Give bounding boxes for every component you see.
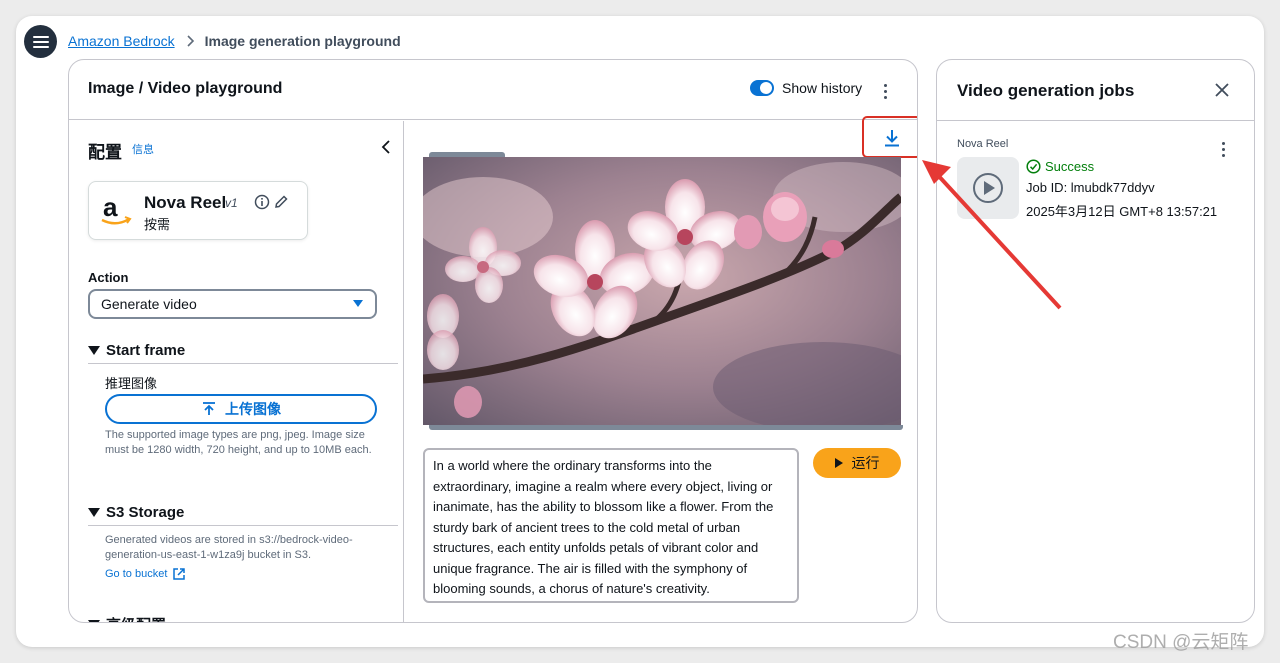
config-panel: 配置 信息 a Nova Reel v1 按需 Action Generate … — [69, 121, 404, 622]
svg-text:a: a — [103, 194, 118, 222]
job-model-name: Nova Reel — [957, 138, 1009, 150]
s3-storage-section-toggle[interactable]: S3 Storage — [88, 504, 184, 521]
close-icon[interactable] — [1214, 82, 1230, 98]
s3-storage-heading: S3 Storage — [106, 504, 185, 521]
info-link[interactable]: 信息 — [132, 141, 154, 157]
caret-down-icon — [88, 508, 100, 517]
video-jobs-panel: Video generation jobs Nova Reel Success … — [936, 59, 1255, 623]
blossom-image — [423, 157, 901, 425]
section-divider — [88, 525, 398, 526]
generated-video[interactable] — [423, 157, 901, 425]
prompt-textarea[interactable]: In a world where the ordinary transforms… — [423, 448, 799, 603]
config-title: 配置 — [88, 143, 122, 162]
playground-header: Image / Video playground Show history — [69, 60, 917, 120]
jobs-divider — [937, 120, 1254, 121]
upload-image-label: 上传图像 — [225, 401, 281, 417]
output-panel: In a world where the ordinary transforms… — [405, 116, 917, 622]
collapse-chevron-left-icon[interactable] — [378, 139, 394, 155]
hamburger-menu-icon[interactable] — [24, 25, 57, 58]
model-card[interactable]: a Nova Reel v1 按需 — [88, 181, 308, 240]
model-name: Nova Reel — [144, 193, 227, 212]
go-to-bucket-label: Go to bucket — [105, 568, 168, 580]
breadcrumb-current: Image generation playground — [204, 33, 401, 49]
advanced-config-section-toggle[interactable]: 高级配置 — [88, 614, 166, 622]
upload-image-button[interactable]: 上传图像 — [105, 394, 377, 424]
download-icon[interactable] — [881, 127, 903, 149]
playground-panel: Image / Video playground Show history 配置… — [68, 59, 918, 623]
caret-down-icon — [88, 346, 100, 355]
toggle-switch[interactable] — [750, 80, 774, 96]
section-divider — [88, 363, 398, 364]
show-history-label: Show history — [782, 80, 863, 96]
go-to-bucket-link[interactable]: Go to bucket — [105, 567, 186, 581]
start-frame-section-toggle[interactable]: Start frame — [88, 342, 185, 359]
s3-help-text: Generated videos are stored in s3://bedr… — [105, 534, 353, 561]
job-video-thumbnail[interactable] — [957, 157, 1019, 219]
action-select-value: Generate video — [101, 296, 197, 312]
external-link-icon — [173, 568, 186, 580]
model-mode: 按需 — [144, 217, 171, 232]
upload-icon — [203, 402, 215, 415]
breadcrumb: Amazon Bedrock Image generation playgrou… — [68, 33, 401, 49]
play-circle-icon — [973, 173, 1003, 203]
job-status: Success — [1026, 159, 1094, 174]
inference-image-label: 推理图像 — [105, 376, 158, 391]
app-frame: Amazon Bedrock Image generation playgrou… — [16, 16, 1264, 647]
caret-down-icon — [353, 300, 363, 307]
play-icon — [834, 458, 843, 468]
show-history-toggle[interactable]: Show history — [750, 80, 862, 96]
job-more-options-icon[interactable] — [1213, 137, 1233, 161]
run-button[interactable]: 运行 — [813, 448, 901, 478]
more-options-icon[interactable] — [875, 79, 895, 103]
breadcrumb-root-link[interactable]: Amazon Bedrock — [68, 33, 175, 49]
job-status-text: Success — [1045, 159, 1095, 174]
advanced-config-heading: 高级配置 — [106, 614, 166, 622]
action-select[interactable]: Generate video — [88, 289, 377, 319]
edit-pencil-icon[interactable] — [273, 194, 289, 210]
job-id: Job ID: lmubdk77ddyv — [1026, 180, 1155, 195]
chevron-right-icon — [185, 35, 195, 47]
amazon-logo-icon: a — [99, 192, 133, 228]
caret-down-icon — [88, 620, 100, 622]
info-circle-icon[interactable] — [254, 194, 270, 210]
watermark: CSDN @云矩阵 — [1113, 632, 1249, 653]
model-version: v1 — [225, 196, 238, 210]
job-timestamp: 2025年3月12日 GMT+8 13:57:21 — [1026, 204, 1218, 219]
jobs-title: Video generation jobs — [957, 81, 1135, 100]
action-label: Action — [88, 270, 129, 285]
start-frame-heading: Start frame — [106, 342, 186, 359]
upload-help-text: The supported image types are png, jpeg.… — [105, 429, 372, 456]
run-label: 运行 — [851, 455, 880, 471]
success-check-icon — [1026, 159, 1041, 174]
video-bottom-bar — [429, 425, 903, 430]
page-title: Image / Video playground — [88, 80, 283, 97]
